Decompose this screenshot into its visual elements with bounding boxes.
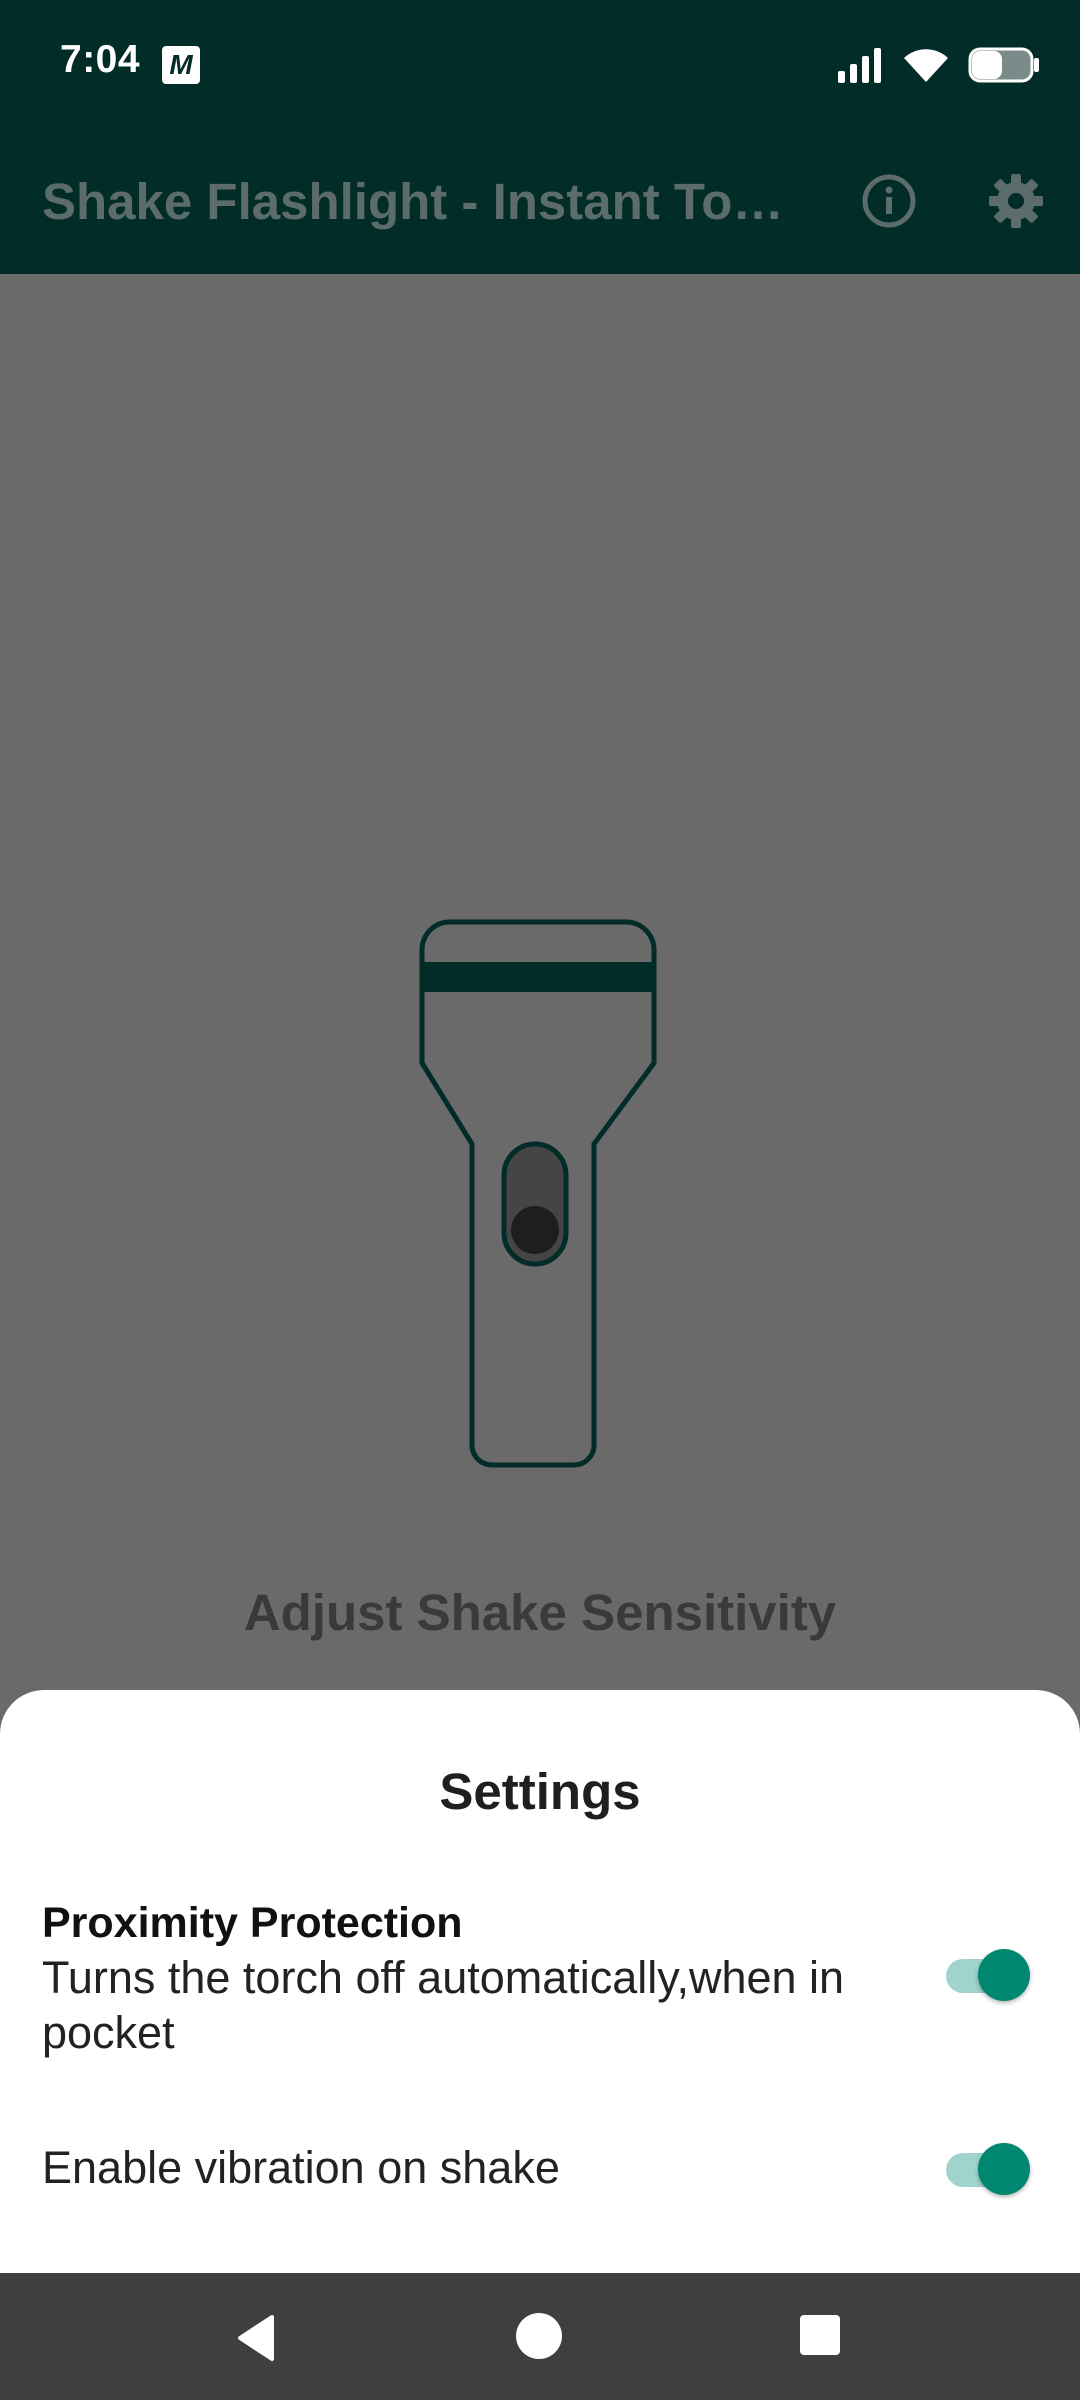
wifi-icon xyxy=(904,49,948,82)
proximity-protection-switch[interactable] xyxy=(946,1947,1034,2003)
proximity-title: Proximity Protection xyxy=(42,1899,463,1947)
app-bar: Shake Flashlight - Instant Torch xyxy=(0,126,1080,274)
switch-thumb xyxy=(978,1949,1030,2001)
proximity-subtitle: Turns the torch off automatically,when i… xyxy=(42,1952,845,2058)
proximity-protection-row[interactable]: Proximity Protection Turns the torch off… xyxy=(42,1896,922,2060)
status-time: 7:04 xyxy=(60,38,141,81)
settings-bottom-sheet: Settings Proximity Protection Turns the … xyxy=(0,1690,1080,2273)
status-icons xyxy=(838,40,1040,90)
recents-icon[interactable] xyxy=(800,2315,840,2355)
vibration-label: Enable vibration on shake xyxy=(42,2142,560,2193)
switch-thumb xyxy=(978,2143,1030,2195)
status-bar: 7:04 M xyxy=(0,0,1080,126)
app-title: Shake Flashlight - Instant Torch xyxy=(42,173,802,230)
settings-title: Settings xyxy=(439,1763,641,1820)
info-icon[interactable] xyxy=(858,170,920,232)
navigation-bar xyxy=(0,2273,1080,2400)
signal-icon xyxy=(838,48,881,83)
notification-m-icon: M xyxy=(162,46,200,84)
back-icon[interactable] xyxy=(232,2313,282,2363)
sensitivity-label[interactable]: Adjust Shake Sensitivity xyxy=(0,1583,1080,1642)
gear-icon[interactable] xyxy=(985,170,1047,232)
battery-icon xyxy=(968,47,1039,83)
vibration-on-shake-switch[interactable] xyxy=(946,2141,1034,2197)
home-icon[interactable] xyxy=(516,2313,562,2359)
flashlight-toggle-icon[interactable] xyxy=(418,918,658,1473)
